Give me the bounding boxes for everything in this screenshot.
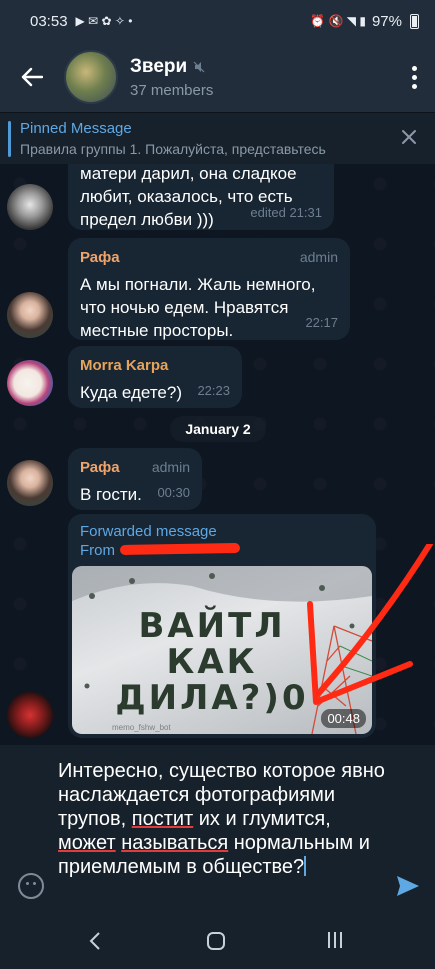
message-input[interactable]: Интересно, существо которое явно наслажд… <box>58 759 388 879</box>
avatar[interactable] <box>7 292 53 338</box>
chat-header: Звери 37 members <box>0 42 435 112</box>
muted-icon <box>193 61 205 72</box>
message-list[interactable]: матери дарил, она сладкое любит, оказало… <box>0 164 435 745</box>
battery-percent: 97% <box>371 12 402 30</box>
emoji-icon[interactable] <box>18 873 44 899</box>
back-arrow-icon <box>21 67 43 87</box>
nav-recents-icon[interactable] <box>328 932 342 948</box>
admin-badge: admin <box>299 249 338 265</box>
close-icon[interactable] <box>399 127 419 147</box>
avatar[interactable] <box>7 184 53 230</box>
battery-icon <box>410 13 419 29</box>
group-title: Звери <box>130 55 188 77</box>
message-bubble[interactable]: Рафа admin В гости. 00:30 <box>68 448 202 510</box>
spellcheck-word[interactable]: называться <box>121 832 228 854</box>
more-vert-icon[interactable] <box>412 66 417 89</box>
media-caption: ВАЙТЛ КАК ДИЛА?)0 <box>115 606 309 718</box>
member-count: 37 members <box>130 81 214 99</box>
message-bubble[interactable]: Morra Karpa Куда едете?) 22:23 <box>68 346 242 408</box>
message-bubble[interactable]: Рафа admin А мы погнали. Жаль немного, ч… <box>68 238 350 340</box>
pinned-text: Правила группы 1. Пожалуйста, представьт… <box>20 141 326 157</box>
sender-name[interactable]: Morra Karpa <box>80 354 230 377</box>
text-cursor <box>304 856 307 876</box>
pinned-indicator <box>8 121 11 157</box>
status-time: 03:53 <box>30 12 68 30</box>
message-time: 22:17 <box>305 315 338 330</box>
group-avatar[interactable] <box>64 50 118 104</box>
nav-home-icon[interactable] <box>207 932 225 950</box>
system-nav-bar <box>0 913 435 969</box>
chat-title-block[interactable]: Звери 37 members <box>130 56 213 99</box>
avatar[interactable] <box>7 360 53 406</box>
status-icons: ⏰ 🔇 ◥ ▮ <box>310 14 366 28</box>
redaction-mark <box>119 542 241 556</box>
video-thumbnail[interactable]: ВАЙТЛ КАК ДИЛА?)0 memo_fshw_bot 00:48 <box>72 566 372 734</box>
admin-badge: admin <box>151 459 190 475</box>
avatar[interactable] <box>7 460 53 506</box>
watermark: memo_fshw_bot <box>112 723 171 732</box>
nav-back-icon[interactable] <box>86 931 106 951</box>
message-composer[interactable]: Интересно, существо которое явно наслажд… <box>0 745 435 913</box>
forwarded-from[interactable]: From <box>80 542 115 559</box>
message-text: А мы погнали. Жаль немного, что ночью ед… <box>80 275 316 340</box>
notification-icons: ▶ ✉ ✿ ✧ • <box>75 14 133 28</box>
message-time: edited 21:31 <box>250 205 322 220</box>
input-text: их и глумится, <box>193 808 331 830</box>
message-time: 00:30 <box>157 485 190 500</box>
message-bubble[interactable]: матери дарил, она сладкое любит, оказало… <box>68 164 334 230</box>
spellcheck-word[interactable]: может <box>58 832 116 854</box>
avatar[interactable] <box>7 692 53 738</box>
video-duration: 00:48 <box>321 709 366 728</box>
forwarded-message[interactable]: Forwarded message From ВАЙТЛ КАК ДИЛА?)0… <box>68 514 376 738</box>
date-separator: January 2 <box>170 416 266 442</box>
back-button[interactable] <box>0 42 64 112</box>
status-bar: 03:53 ▶ ✉ ✿ ✧ • ⏰ 🔇 ◥ ▮ 97% <box>0 0 435 42</box>
message-time: 22:23 <box>197 383 230 398</box>
send-icon[interactable] <box>395 873 421 899</box>
spellcheck-word[interactable]: постит <box>132 808 193 830</box>
pinned-message-bar[interactable]: Pinned Message Правила группы 1. Пожалуй… <box>0 112 435 164</box>
forwarded-label: Forwarded message <box>80 523 217 540</box>
pinned-title: Pinned Message <box>20 120 132 137</box>
